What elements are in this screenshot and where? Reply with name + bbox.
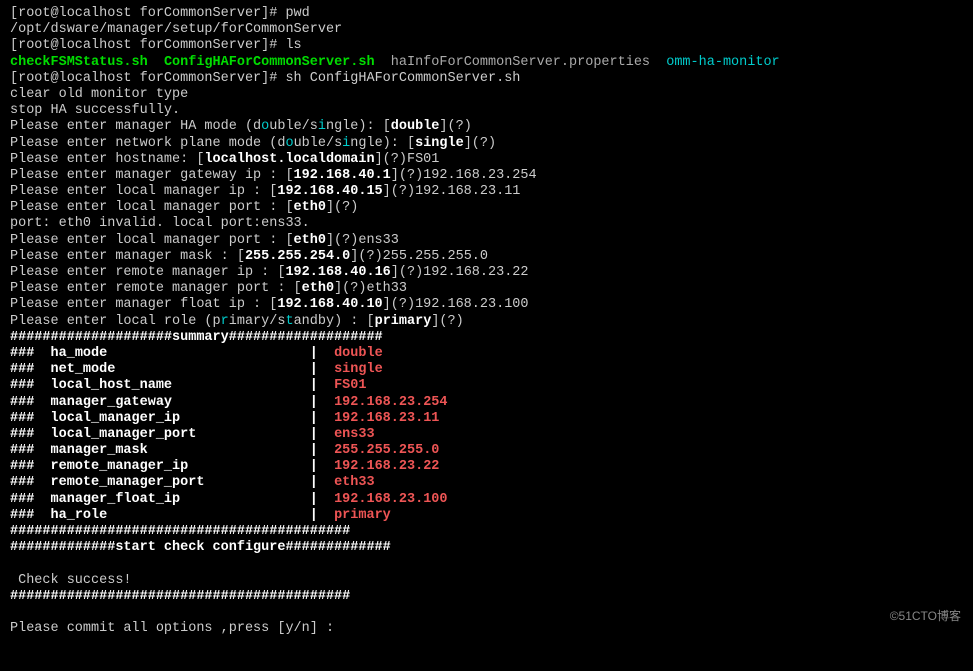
prompt-mask: Please enter manager mask : [255.255.254… [10, 249, 963, 265]
prompt-remote-port: Please enter remote manager port : [eth0… [10, 281, 963, 297]
prompt-remote-ip: Please enter remote manager ip : [192.16… [10, 265, 963, 281]
prompt-hostname: Please enter hostname: [localhost.locald… [10, 152, 963, 168]
shell-prompt: [root@localhost forCommonServer]# [10, 71, 285, 86]
prompt-float-ip: Please enter manager float ip : [192.168… [10, 297, 963, 313]
watermark: ©51CTO博客 [890, 609, 961, 623]
summary-row: ### remote_manager_ip | 192.168.23.22 [10, 459, 963, 475]
hash-line: ########################################… [10, 524, 963, 540]
check-success: Check success! [10, 573, 963, 589]
prompt-local-ip: Please enter local manager ip : [192.168… [10, 184, 963, 200]
blank [10, 556, 963, 572]
prompt-local-port: Please enter local manager port : [eth0]… [10, 200, 963, 216]
summary-row: ### ha_mode | double [10, 346, 963, 362]
ls-output: checkFSMStatus.sh ConfigHAForCommonServe… [10, 55, 963, 71]
start-check: #############start check configure######… [10, 540, 963, 556]
cmd-pwd: [root@localhost forCommonServer]# pwd [10, 6, 963, 22]
prompt-gateway: Please enter manager gateway ip : [192.1… [10, 168, 963, 184]
summary-row: ### remote_manager_port | eth33 [10, 475, 963, 491]
summary-row: ### ha_role | primary [10, 508, 963, 524]
prompt-ha-mode: Please enter manager HA mode (double/sin… [10, 119, 963, 135]
shell-prompt: [root@localhost forCommonServer]# [10, 6, 285, 21]
hash-line-2: ########################################… [10, 589, 963, 605]
summary-row: ### manager_float_ip | 192.168.23.100 [10, 492, 963, 508]
summary-row: ### local_manager_ip | 192.168.23.11 [10, 411, 963, 427]
summary-row: ### net_mode | single [10, 362, 963, 378]
shell-prompt: [root@localhost forCommonServer]# [10, 38, 285, 53]
summary-header: ####################summary#############… [10, 330, 963, 346]
terminal[interactable]: [root@localhost forCommonServer]# pwd/op… [10, 6, 963, 637]
blank-2 [10, 605, 963, 621]
prompt-local-port-2: Please enter local manager port : [eth0]… [10, 233, 963, 249]
commit-prompt[interactable]: Please commit all options ,press [y/n] : [10, 621, 963, 637]
summary-row: ### local_manager_port | ens33 [10, 427, 963, 443]
summary-row: ### local_host_name | FS01 [10, 378, 963, 394]
cmd-ls: [root@localhost forCommonServer]# ls [10, 38, 963, 54]
prompt-role: Please enter local role (primary/standby… [10, 314, 963, 330]
msg-clear: clear old monitor type [10, 87, 963, 103]
summary-row: ### manager_gateway | 192.168.23.254 [10, 395, 963, 411]
pwd-output: /opt/dsware/manager/setup/forCommonServe… [10, 22, 963, 38]
prompt-net-mode: Please enter network plane mode (double/… [10, 136, 963, 152]
msg-port-invalid: port: eth0 invalid. local port:ens33. [10, 216, 963, 232]
cmd-sh: [root@localhost forCommonServer]# sh Con… [10, 71, 963, 87]
summary-row: ### manager_mask | 255.255.255.0 [10, 443, 963, 459]
msg-stop: stop HA successfully. [10, 103, 963, 119]
